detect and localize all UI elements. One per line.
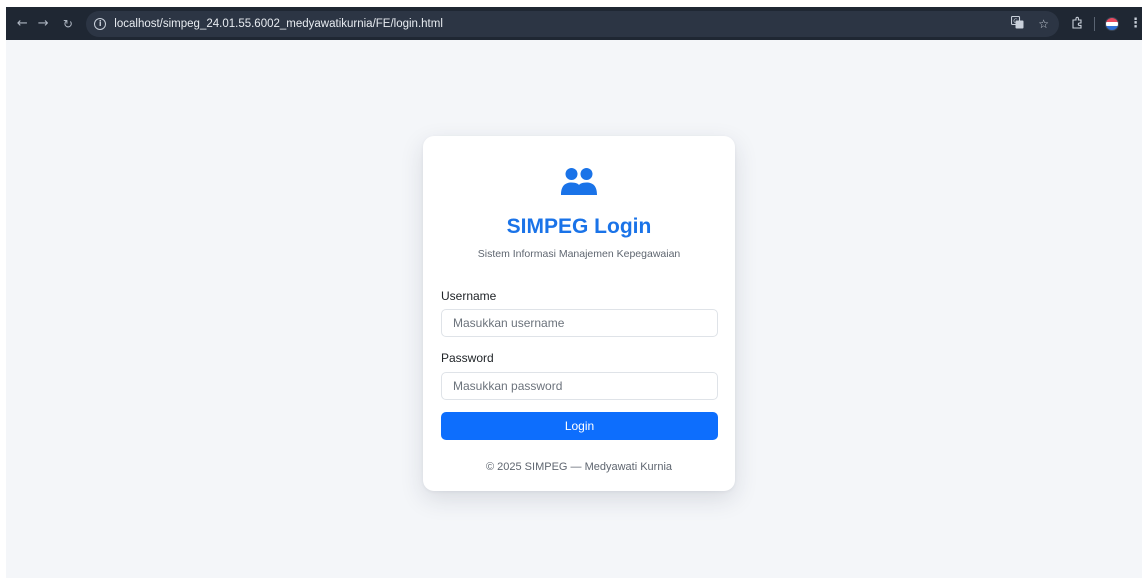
kebab-menu-icon[interactable]: ⋮ (1129, 16, 1142, 31)
url-text[interactable]: localhost/simpeg_24.01.55.6002_medyawati… (114, 18, 443, 30)
password-input[interactable] (441, 372, 718, 400)
svg-text:G: G (1014, 18, 1019, 25)
address-bar[interactable]: i localhost/simpeg_24.01.55.6002_medyawa… (86, 10, 1059, 37)
back-arrow-icon[interactable]: ← (12, 16, 33, 31)
footer-text: © 2025 SIMPEG — Medyawati Kurnia (485, 461, 673, 473)
star-icon[interactable]: ☆ (1038, 17, 1049, 31)
login-card: SIMPEG Login Sistem Informasi Manajemen … (423, 136, 735, 491)
toolbar-divider (1094, 16, 1095, 31)
login-title: SIMPEG Login (506, 215, 652, 238)
login-button[interactable]: Login (441, 412, 718, 440)
browser-toolbar: ← → ↻ i localhost/simpeg_24.01.55.6002_m… (6, 7, 1142, 40)
omnibox-actions: G ☆ (1011, 15, 1059, 32)
login-subtitle: Sistem Informasi Manajemen Kepegawaian (477, 248, 681, 260)
password-label: Password (441, 351, 494, 365)
username-input[interactable] (441, 309, 718, 337)
toolbar-right: ⋮ (1071, 16, 1142, 32)
profile-avatar[interactable] (1105, 16, 1119, 31)
info-icon[interactable]: i (94, 17, 107, 30)
username-label: Username (441, 289, 497, 303)
reload-icon[interactable]: ↻ (58, 17, 79, 31)
forward-arrow-icon[interactable]: → (33, 16, 54, 31)
translate-icon[interactable]: G (1011, 15, 1024, 32)
puzzle-icon[interactable] (1071, 16, 1084, 32)
users-icon (561, 168, 597, 195)
browser-window: ← → ↻ i localhost/simpeg_24.01.55.6002_m… (6, 7, 1142, 578)
